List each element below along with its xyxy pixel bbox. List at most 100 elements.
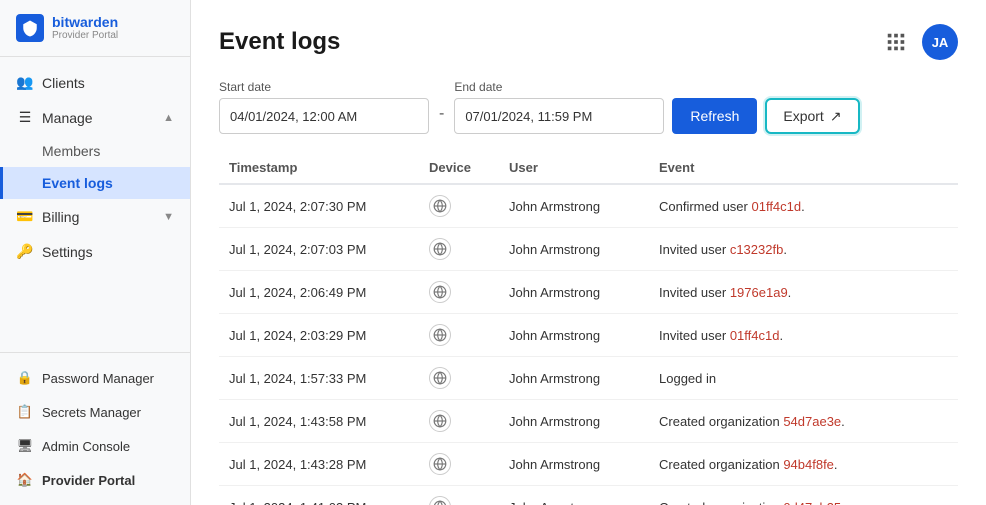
cell-device <box>419 271 499 314</box>
cell-device <box>419 400 499 443</box>
device-icon <box>429 195 451 217</box>
cell-event: Logged in <box>649 357 958 400</box>
manage-label: Manage <box>42 110 93 126</box>
cell-user: John Armstrong <box>499 486 649 505</box>
event-link[interactable]: 94b4f8fe <box>783 457 834 472</box>
export-icon: ↗ <box>830 108 842 125</box>
billing-label: Billing <box>42 209 79 225</box>
page-title: Event logs <box>219 28 340 56</box>
end-date-label: End date <box>454 80 664 94</box>
event-table: Timestamp Device User Event Jul 1, 2024,… <box>219 152 958 505</box>
header-right: JA <box>880 24 958 60</box>
col-header-user: User <box>499 152 649 184</box>
export-button[interactable]: Export ↗ <box>765 98 859 134</box>
event-logs-label: Event logs <box>42 175 113 191</box>
sidebar-item-billing[interactable]: 💳 Billing ▼ <box>0 199 190 234</box>
end-date-input[interactable] <box>454 98 664 134</box>
sidebar-item-manage[interactable]: ☰ Manage ▲ <box>0 100 190 135</box>
settings-label: Settings <box>42 244 93 260</box>
cell-user: John Armstrong <box>499 443 649 486</box>
cell-device <box>419 486 499 505</box>
col-header-device: Device <box>419 152 499 184</box>
sidebar-item-secrets-manager[interactable]: 📋 Secrets Manager <box>0 395 190 429</box>
cell-user: John Armstrong <box>499 228 649 271</box>
table-row: Jul 1, 2024, 1:43:58 PM John ArmstrongCre… <box>219 400 958 443</box>
sidebar-item-settings[interactable]: 🔑 Settings <box>0 234 190 269</box>
table-row: Jul 1, 2024, 1:41:03 PM John ArmstrongCre… <box>219 486 958 505</box>
table-row: Jul 1, 2024, 2:06:49 PMJohn ArmstrongInv… <box>219 271 958 314</box>
event-link[interactable]: 01ff4c1d <box>730 328 780 343</box>
cell-event: Invited user 01ff4c1d. <box>649 314 958 357</box>
sidebar-item-admin-console[interactable]: 🖥 Admin Console <box>0 429 190 463</box>
logo[interactable]: bitwarden Provider Portal <box>0 0 190 57</box>
export-label: Export <box>783 108 823 124</box>
logo-sub: Provider Portal <box>52 30 118 41</box>
start-date-input[interactable] <box>219 98 429 134</box>
event-link[interactable]: c13232fb <box>730 242 784 257</box>
password-manager-label: Password Manager <box>42 371 154 386</box>
avatar[interactable]: JA <box>922 24 958 60</box>
sidebar-item-event-logs[interactable]: Event logs <box>0 167 190 199</box>
sidebar-item-clients[interactable]: 👥 Clients <box>0 65 190 100</box>
cell-event: Created organization 54d7ae3e. <box>649 400 958 443</box>
grid-icon[interactable] <box>880 26 912 58</box>
admin-console-label: Admin Console <box>42 439 130 454</box>
cell-timestamp: Jul 1, 2024, 1:57:33 PM <box>219 357 419 400</box>
cell-device <box>419 228 499 271</box>
cell-timestamp: Jul 1, 2024, 1:43:58 PM <box>219 400 419 443</box>
logo-text: bitwarden Provider Portal <box>52 15 118 41</box>
filters: Start date - End date Refresh Export ↗ <box>219 80 958 134</box>
start-date-group: Start date <box>219 80 429 134</box>
device-icon <box>429 238 451 260</box>
logo-name: bitwarden <box>52 15 118 30</box>
event-link[interactable]: 1976e1a9 <box>730 285 788 300</box>
cell-timestamp: Jul 1, 2024, 1:41:03 PM <box>219 486 419 505</box>
device-icon <box>429 496 451 505</box>
manage-icon: ☰ <box>16 109 34 126</box>
cell-event: Invited user 1976e1a9. <box>649 271 958 314</box>
settings-icon: 🔑 <box>16 243 34 260</box>
main-content: Event logs JA Start date - End date Refr… <box>191 0 986 505</box>
billing-icon: 💳 <box>16 208 34 225</box>
sidebar: bitwarden Provider Portal 👥 Clients ☰ Ma… <box>0 0 191 505</box>
date-separator: - <box>439 91 444 123</box>
secrets-manager-icon: 📋 <box>16 404 34 420</box>
device-icon <box>429 281 451 303</box>
event-link[interactable]: 01ff4c1d <box>751 199 801 214</box>
event-link[interactable]: 54d7ae3e <box>783 414 841 429</box>
clients-label: Clients <box>42 75 85 91</box>
cell-user: John Armstrong <box>499 400 649 443</box>
cell-device <box>419 357 499 400</box>
col-header-timestamp: Timestamp <box>219 152 419 184</box>
cell-timestamp: Jul 1, 2024, 2:03:29 PM <box>219 314 419 357</box>
password-manager-icon: 🔒 <box>16 370 34 386</box>
table-row: Jul 1, 2024, 2:03:29 PMJohn ArmstrongInv… <box>219 314 958 357</box>
device-icon <box>429 410 451 432</box>
billing-chevron: ▼ <box>163 211 174 223</box>
device-icon <box>429 453 451 475</box>
cell-timestamp: Jul 1, 2024, 2:07:03 PM <box>219 228 419 271</box>
cell-event: Confirmed user 01ff4c1d. <box>649 184 958 228</box>
cell-timestamp: Jul 1, 2024, 2:06:49 PM <box>219 271 419 314</box>
admin-console-icon: 🖥 <box>16 438 34 454</box>
col-header-event: Event <box>649 152 958 184</box>
table-row: Jul 1, 2024, 2:07:30 PMJohn ArmstrongCon… <box>219 184 958 228</box>
provider-portal-label: Provider Portal <box>42 473 135 488</box>
device-icon <box>429 367 451 389</box>
cell-event: Created organization 0d47eb35. <box>649 486 958 505</box>
table-header: Timestamp Device User Event <box>219 152 958 184</box>
event-link[interactable]: 0d47eb35 <box>783 500 841 505</box>
table-body: Jul 1, 2024, 2:07:30 PMJohn ArmstrongCon… <box>219 184 958 505</box>
start-date-label: Start date <box>219 80 429 94</box>
table-row: Jul 1, 2024, 1:43:28 PMJohn ArmstrongCre… <box>219 443 958 486</box>
manage-chevron: ▲ <box>163 112 174 124</box>
sidebar-item-provider-portal[interactable]: 🏠 Provider Portal <box>0 463 190 497</box>
table-row: Jul 1, 2024, 2:07:03 PMJohn ArmstrongInv… <box>219 228 958 271</box>
sidebar-bottom: 🔒 Password Manager 📋 Secrets Manager 🖥 A… <box>0 352 190 505</box>
refresh-button[interactable]: Refresh <box>672 98 757 134</box>
end-date-group: End date <box>454 80 664 134</box>
sidebar-item-password-manager[interactable]: 🔒 Password Manager <box>0 361 190 395</box>
sidebar-item-members[interactable]: Members <box>0 135 190 167</box>
cell-timestamp: Jul 1, 2024, 2:07:30 PM <box>219 184 419 228</box>
cell-device <box>419 314 499 357</box>
